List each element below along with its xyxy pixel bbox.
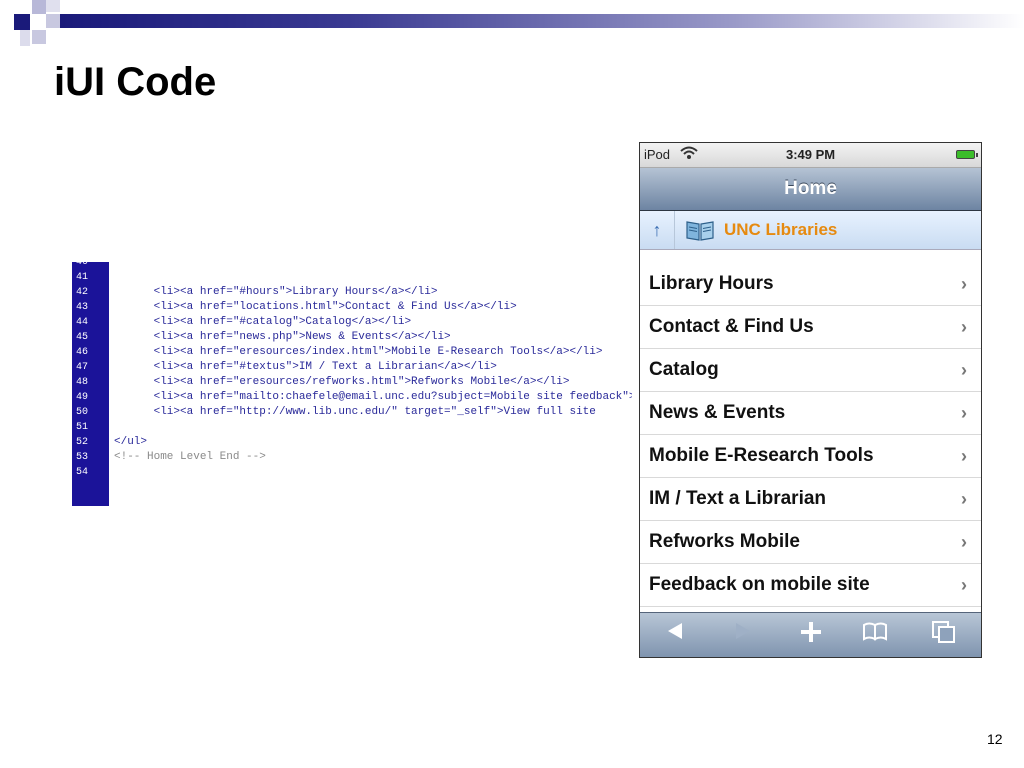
- code-line: 40: [72, 262, 632, 270]
- slide-title: iUI Code: [54, 60, 217, 104]
- decor-square-light: [20, 30, 30, 46]
- code-line: 54: [72, 465, 632, 480]
- decor-square-dark: [14, 14, 30, 30]
- battery-icon: [956, 150, 978, 159]
- browser-toolbar: [640, 612, 981, 657]
- decor-square-light: [46, 0, 60, 12]
- line-number: 48: [76, 377, 89, 388]
- status-bar: iPod 3:49 PM: [640, 143, 981, 168]
- line-number: 47: [76, 362, 89, 373]
- chevron-right-icon: ›: [961, 360, 967, 380]
- nav-title: Home: [784, 178, 837, 199]
- code-line: 53 <!-- Home Level End -->: [72, 450, 632, 465]
- line-number: 44: [76, 317, 89, 328]
- code-line: 46 <li><a href="eresources/index.html">M…: [72, 345, 632, 360]
- code-line: 51: [72, 420, 632, 435]
- list-item-label: Feedback on mobile site: [649, 574, 870, 595]
- line-number: 42: [76, 287, 89, 298]
- list-item[interactable]: Mobile E-Research Tools ›: [640, 435, 981, 478]
- list-item-label: Mobile E-Research Tools: [649, 445, 874, 466]
- line-number: 49: [76, 392, 89, 403]
- decor-square-light: [32, 0, 46, 14]
- nav-bar: Home: [640, 168, 981, 211]
- code-line: 47 <li><a href="#textus">IM / Text a Lib…: [72, 360, 632, 375]
- code-line: 48 <li><a href="eresources/refworks.html…: [72, 375, 632, 390]
- code-text: </ul>: [114, 436, 148, 448]
- list-item[interactable]: Catalog ›: [640, 349, 981, 392]
- code-text: <!-- Home Level End -->: [114, 451, 266, 463]
- code-text: <li><a href="eresources/index.html">Mobi…: [114, 346, 603, 358]
- list-item[interactable]: Refworks Mobile ›: [640, 521, 981, 564]
- line-number: 54: [76, 467, 89, 478]
- pages-icon[interactable]: [932, 621, 956, 649]
- code-text: <li><a href="#hours">Library Hours</a></…: [114, 286, 438, 298]
- code-text: <li><a href="news.php">News & Events</a>…: [114, 331, 451, 343]
- header-gradient-bar: [60, 14, 1024, 28]
- code-line: 49 <li><a href="mailto:chaefele@email.un…: [72, 390, 632, 405]
- forward-icon[interactable]: [734, 621, 752, 647]
- list-item-label: Refworks Mobile: [649, 531, 800, 552]
- list-item[interactable]: News & Events ›: [640, 392, 981, 435]
- code-text: <li><a href="#catalog">Catalog</a></li>: [114, 316, 412, 328]
- list-item[interactable]: IM / Text a Librarian ›: [640, 478, 981, 521]
- wifi-icon: [680, 146, 698, 163]
- chevron-right-icon: ›: [961, 446, 967, 466]
- list-item[interactable]: Feedback on mobile site ›: [640, 564, 981, 607]
- decor-square-light: [32, 30, 46, 44]
- code-text: <li><a href="http://www.lib.unc.edu/" ta…: [114, 406, 596, 418]
- chevron-right-icon: ›: [961, 403, 967, 423]
- menu-list: Library Hours › Contact & Find Us › Catalo…: [640, 263, 981, 607]
- code-line: 41: [72, 270, 632, 285]
- line-number: 45: [76, 332, 89, 343]
- page-number: 12: [987, 731, 1003, 747]
- line-number: 41: [76, 272, 89, 283]
- code-text: <li><a href="locations.html">Contact & F…: [114, 301, 517, 313]
- chevron-right-icon: ›: [961, 532, 967, 552]
- up-arrow-button[interactable]: ↑: [640, 211, 675, 249]
- decor-square-light: [46, 14, 60, 28]
- line-number: 50: [76, 407, 89, 418]
- back-icon[interactable]: [666, 621, 684, 647]
- list-item-label: IM / Text a Librarian: [649, 488, 827, 509]
- list-item[interactable]: Library Hours ›: [640, 263, 981, 306]
- list-item-label: Catalog: [649, 359, 719, 380]
- code-line: 50 <li><a href="http://www.lib.unc.edu/"…: [72, 405, 632, 420]
- chevron-right-icon: ›: [961, 274, 967, 294]
- list-item-label: Library Hours: [649, 273, 774, 294]
- status-time: 3:49 PM: [786, 147, 836, 162]
- code-line: 43 <li><a href="locations.html">Contact …: [72, 300, 632, 315]
- chevron-right-icon: ›: [961, 575, 967, 595]
- line-number: 43: [76, 302, 89, 313]
- library-header: ↑ UNC Libraries: [640, 211, 981, 250]
- chevron-right-icon: ›: [961, 317, 967, 337]
- book-icon: [685, 218, 715, 242]
- code-line: 42 <li><a href="#hours">Library Hours</a…: [72, 285, 632, 300]
- list-item-label: Contact & Find Us: [649, 316, 814, 337]
- line-number: 53: [76, 452, 89, 463]
- list-item-label: News & Events: [649, 402, 786, 423]
- code-text: <li><a href="#textus">IM / Text a Librar…: [114, 361, 497, 373]
- code-line: 52 </ul>: [72, 435, 632, 450]
- line-number: 51: [76, 422, 89, 433]
- add-icon[interactable]: [800, 621, 822, 649]
- code-line: 44 <li><a href="#catalog">Catalog</a></l…: [72, 315, 632, 330]
- code-text: <li><a href="eresources/refworks.html">R…: [114, 376, 570, 388]
- line-number: 40: [76, 262, 89, 268]
- carrier-label: iPod: [644, 147, 671, 162]
- code-panel: 40 41 42 <li><a href="#hours">Library Hour…: [72, 262, 632, 506]
- code-line: 45 <li><a href="news.php">News & Events<…: [72, 330, 632, 345]
- line-number: 52: [76, 437, 89, 448]
- list-item[interactable]: Contact & Find Us ›: [640, 306, 981, 349]
- bookmarks-icon[interactable]: [862, 621, 888, 647]
- library-title: UNC Libraries: [724, 220, 838, 239]
- code-text: <li><a href="mailto:chaefele@email.unc.e…: [114, 391, 632, 403]
- line-number: 46: [76, 347, 89, 358]
- phone-screen: iPod 3:49 PM Home ↑ UNC Libraries Librar…: [639, 142, 982, 658]
- chevron-right-icon: ›: [961, 489, 967, 509]
